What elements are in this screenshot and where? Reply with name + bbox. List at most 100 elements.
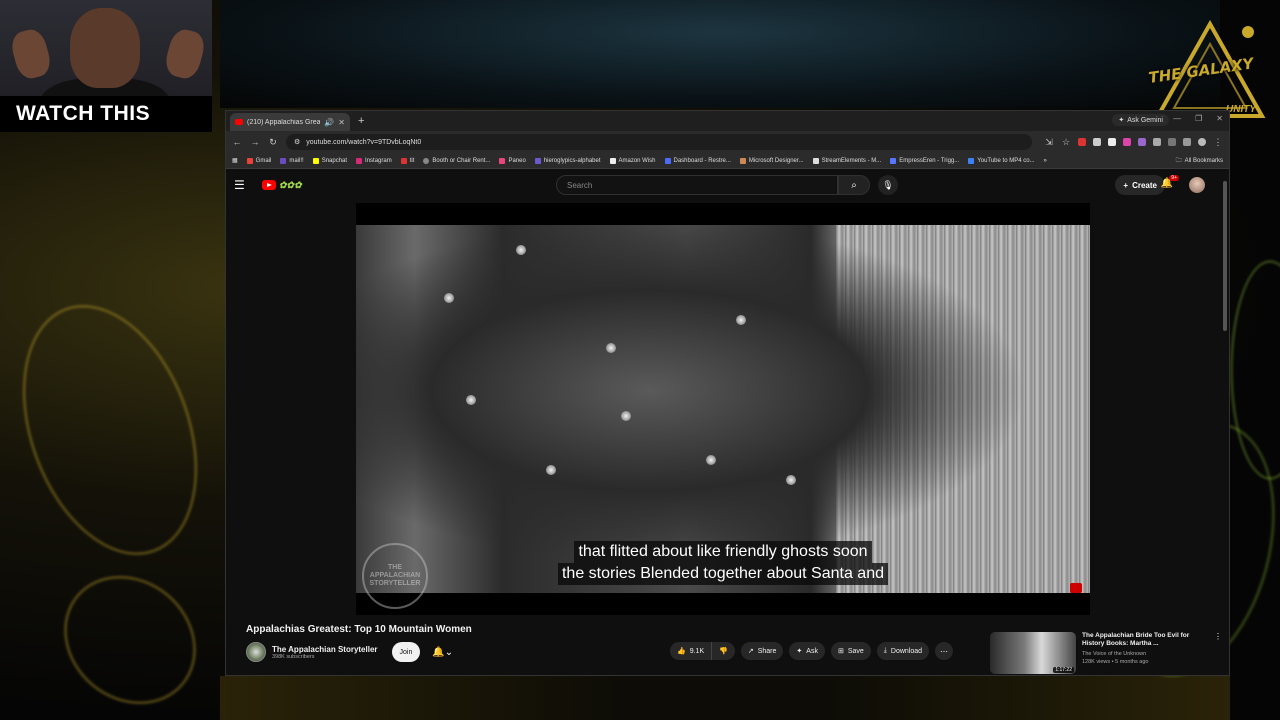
notification-badge: 9+ <box>1169 175 1179 181</box>
more-actions-icon[interactable]: ⋯ <box>935 642 954 660</box>
bookmark-item[interactable]: Microsoft Designer... <box>739 157 804 164</box>
menu-dots-icon[interactable]: ⋮ <box>1214 632 1222 674</box>
menu-dots-icon[interactable]: ⋮ <box>1213 137 1223 148</box>
forward-icon[interactable]: → <box>250 137 260 147</box>
ask-gemini-button[interactable]: ✦ Ask Gemini <box>1112 114 1169 126</box>
share-button[interactable]: ↗ Share <box>740 642 784 660</box>
recommended-video[interactable]: 1:17:22 The Appalachian Bride Too Evil f… <box>990 632 1222 674</box>
speaker-icon[interactable]: 🔊 <box>324 118 334 127</box>
ornament <box>706 455 716 465</box>
channel-avatar[interactable] <box>246 642 266 662</box>
recommended-channel[interactable]: The Voice of the Unknown <box>1082 651 1208 657</box>
bookmark-item[interactable]: Instagram <box>356 157 392 164</box>
search-icon: ⌕ <box>851 179 857 191</box>
youtube-logo[interactable]: ✿✿✿ <box>262 180 302 191</box>
download-icon: ⤓ <box>883 647 887 654</box>
video-title: Appalachias Greatest: Top 10 Mountain Wo… <box>246 624 472 635</box>
bookmark-item[interactable]: StreamElements - M... <box>812 157 881 164</box>
more-bookmarks-icon[interactable]: » <box>1044 158 1047 164</box>
sparkle-icon: ✦ <box>1118 117 1125 124</box>
subscriber-count: 398K subscribers <box>272 653 315 660</box>
save-button[interactable]: ⊞ Save <box>830 642 871 660</box>
like-dislike-group: 👍 9.1K 👎 <box>670 642 735 660</box>
extension-icon[interactable] <box>1183 138 1191 146</box>
close-icon[interactable]: ✕ <box>338 118 345 127</box>
bookmark-item[interactable]: Booth or Chair Rent... <box>423 157 490 164</box>
extension-icon[interactable] <box>1138 138 1146 146</box>
converter-icon <box>968 157 975 164</box>
site-info-icon[interactable]: ⚙ <box>294 138 300 146</box>
video-player[interactable]: THE APPALACHIAN STORYTELLER that flitted… <box>356 203 1090 615</box>
extension-icon[interactable] <box>1168 138 1176 146</box>
gmail-icon <box>246 157 253 164</box>
plus-icon: + <box>1123 180 1129 190</box>
bookmark-item[interactable]: Snapchat <box>312 157 347 164</box>
ornament <box>606 343 616 353</box>
url-field[interactable]: ⚙ youtube.com/watch?v=9TDvbLoqNt0 <box>286 134 1032 150</box>
youtube-favicon-icon <box>235 119 243 125</box>
bookmark-item[interactable]: tit <box>400 157 414 164</box>
star-icon[interactable]: ☆ <box>1061 137 1071 148</box>
back-icon[interactable]: ← <box>232 137 242 147</box>
maximize-icon[interactable]: ❐ <box>1195 114 1202 123</box>
snapchat-icon <box>312 157 319 164</box>
search-button[interactable]: ⌕ <box>838 175 870 195</box>
profile-icon[interactable] <box>1198 138 1206 146</box>
bookmark-item[interactable]: Paneo <box>499 157 526 164</box>
bookmark-item[interactable]: YouTube to MP4 co... <box>968 157 1035 164</box>
instagram-icon <box>356 157 363 164</box>
avatar[interactable] <box>1189 177 1205 193</box>
recommended-thumbnail[interactable]: 1:17:22 <box>990 632 1076 674</box>
like-button[interactable]: 👍 9.1K <box>670 642 713 660</box>
search-input[interactable]: Search <box>556 175 838 195</box>
ornament <box>736 315 746 325</box>
browser-window: (210) Appalachias Greatest: 🔊 ✕ + ✦ Ask … <box>225 110 1230 676</box>
paneo-icon <box>499 157 506 164</box>
apps-icon[interactable]: ▦ <box>232 157 238 164</box>
like-count: 9.1K <box>689 647 705 655</box>
extension-icon[interactable] <box>1123 138 1131 146</box>
ornament <box>516 245 526 255</box>
page-scrollbar[interactable] <box>1223 181 1227 331</box>
all-bookmarks[interactable]: 🗀 All Bookmarks <box>1176 156 1223 166</box>
ornament <box>444 293 454 303</box>
bookmark-item[interactable]: Gmail <box>246 157 271 164</box>
dislike-button[interactable]: 👎 <box>712 642 735 660</box>
bookmark-item[interactable]: Amazon Wish <box>609 157 656 164</box>
caption-line: the stories Blended together about Santa… <box>557 563 888 585</box>
extension-icon[interactable] <box>1153 138 1161 146</box>
ask-button[interactable]: ✦ Ask <box>789 642 825 660</box>
bookmark-item[interactable]: mail!! <box>280 157 304 164</box>
webcam-person-face <box>70 8 140 88</box>
new-tab-icon[interactable]: + <box>358 115 364 127</box>
reload-icon[interactable]: ↻ <box>268 137 278 148</box>
recommended-title[interactable]: The Appalachian Bride Too Evil for Histo… <box>1082 632 1208 649</box>
bookmark-item[interactable]: hieroglypics-alphabet <box>534 157 601 164</box>
thumbs-up-icon: 👍 <box>677 648 686 655</box>
close-window-icon[interactable]: ✕ <box>1216 114 1223 123</box>
create-button[interactable]: + Create <box>1115 175 1165 195</box>
join-button[interactable]: Join <box>391 642 421 662</box>
bookmark-item[interactable]: EmpressEren - Trigg... <box>890 157 959 164</box>
create-label: Create <box>1132 180 1157 190</box>
bookmarks-bar: ▦ Gmail mail!! Snapchat Instagram tit Bo… <box>226 153 1229 169</box>
bookmark-item[interactable]: Dashboard - Restre... <box>664 157 731 164</box>
subscribed-bell-icon[interactable]: 🔔⌄ <box>432 647 453 658</box>
extension-icon[interactable] <box>1108 138 1116 146</box>
tab-bar: (210) Appalachias Greatest: 🔊 ✕ + ✦ Ask … <box>226 111 1229 131</box>
subscribe-watermark-icon[interactable] <box>1070 583 1082 593</box>
hieroglyph-icon <box>534 157 541 164</box>
install-icon[interactable]: ⇲ <box>1044 137 1054 148</box>
extension-icon[interactable] <box>1093 138 1101 146</box>
voice-search-button[interactable]: 🎙 <box>878 175 898 195</box>
ask-gemini-label: Ask Gemini <box>1127 116 1163 124</box>
minimize-icon[interactable]: — <box>1173 114 1181 123</box>
download-button[interactable]: ⤓ Download <box>876 642 930 660</box>
browser-tab[interactable]: (210) Appalachias Greatest: 🔊 ✕ <box>230 113 350 131</box>
extension-icon[interactable] <box>1078 138 1086 146</box>
background-swirl <box>37 549 223 720</box>
microphone-icon: 🎙 <box>882 179 894 190</box>
hamburger-menu-icon[interactable]: ☰ <box>234 178 252 192</box>
channel-name[interactable]: The Appalachian Storyteller <box>272 645 378 654</box>
webcam-person-hand <box>8 26 54 82</box>
